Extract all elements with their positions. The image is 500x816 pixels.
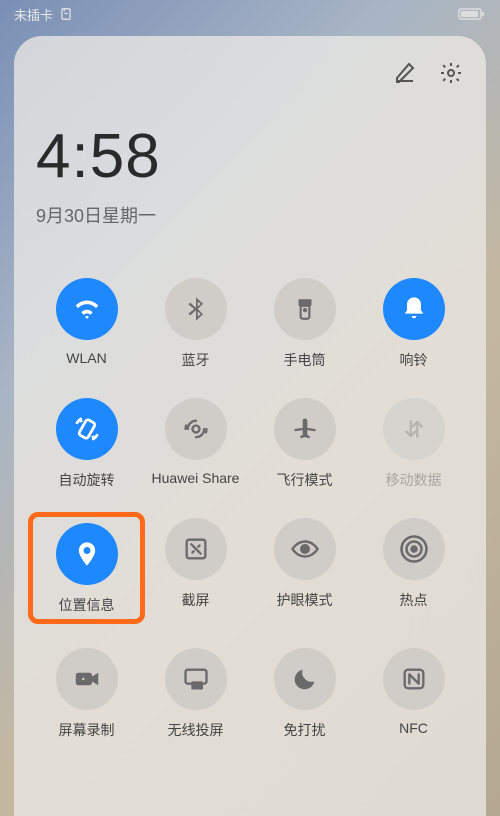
toggle-label: WLAN: [66, 350, 106, 366]
toggle-screenshot[interactable]: 截屏: [145, 518, 246, 620]
toggle-flashlight[interactable]: 手电筒: [254, 278, 355, 370]
clock-date: 9月30日星期一: [36, 202, 464, 228]
toggle-moon[interactable]: 免打扰: [254, 648, 355, 740]
record-icon[interactable]: [56, 648, 118, 710]
toggle-airplane[interactable]: 飞行模式: [254, 398, 355, 490]
cast-icon[interactable]: [165, 648, 227, 710]
toggle-nfc[interactable]: NFC: [363, 648, 464, 740]
control-panel: 4:58 9月30日星期一 WLAN 蓝牙 手电筒 响铃自动旋转 Huawei Shar…: [14, 36, 486, 816]
status-left: 未插卡: [14, 5, 73, 24]
toggle-label: 免打扰: [284, 720, 326, 740]
toggle-label: Huawei Share: [152, 470, 240, 486]
toggle-label: 移动数据: [386, 470, 442, 490]
panel-header: [36, 60, 464, 86]
airplane-icon[interactable]: [274, 398, 336, 460]
status-right: [458, 7, 486, 21]
toggle-location[interactable]: 位置信息: [28, 512, 145, 624]
screenshot-icon[interactable]: [165, 518, 227, 580]
toggle-share[interactable]: Huawei Share: [145, 398, 246, 490]
hotspot-icon[interactable]: [383, 518, 445, 580]
toggle-label: 蓝牙: [182, 350, 210, 370]
toggles-grid: WLAN 蓝牙 手电筒 响铃自动旋转 Huawei Share 飞行模式 移动数据位置信息 截…: [36, 278, 464, 740]
toggle-cast[interactable]: 无线投屏: [145, 648, 246, 740]
toggle-bluetooth[interactable]: 蓝牙: [145, 278, 246, 370]
status-bar: 未插卡: [0, 0, 500, 28]
battery-icon: [458, 7, 486, 21]
wifi-icon[interactable]: [56, 278, 118, 340]
toggle-hotspot[interactable]: 热点: [363, 518, 464, 620]
flashlight-icon[interactable]: [274, 278, 336, 340]
toggle-label: 截屏: [182, 590, 210, 610]
clock-time: 4:58: [36, 126, 464, 188]
location-icon[interactable]: [56, 523, 118, 585]
share-icon[interactable]: [165, 398, 227, 460]
toggle-label: 无线投屏: [168, 720, 224, 740]
edit-icon[interactable]: [392, 60, 418, 86]
toggle-record[interactable]: 屏幕录制: [36, 648, 137, 740]
rotate-icon[interactable]: [56, 398, 118, 460]
toggle-label: 响铃: [400, 350, 428, 370]
sim-icon: [59, 7, 73, 21]
toggle-eye[interactable]: 护眼模式: [254, 518, 355, 620]
bell-icon[interactable]: [383, 278, 445, 340]
toggle-label: 屏幕录制: [59, 720, 115, 740]
toggle-label: NFC: [399, 720, 428, 736]
bluetooth-icon[interactable]: [165, 278, 227, 340]
toggle-bell[interactable]: 响铃: [363, 278, 464, 370]
toggle-wifi[interactable]: WLAN: [36, 278, 137, 370]
eye-icon[interactable]: [274, 518, 336, 580]
toggle-label: 飞行模式: [277, 470, 333, 490]
toggle-rotate[interactable]: 自动旋转: [36, 398, 137, 490]
nfc-icon[interactable]: [383, 648, 445, 710]
toggle-label: 自动旋转: [59, 470, 115, 490]
gear-icon[interactable]: [438, 60, 464, 86]
toggle-label: 手电筒: [284, 350, 326, 370]
toggle-label: 热点: [400, 590, 428, 610]
toggle-label: 位置信息: [59, 595, 115, 615]
toggle-label: 护眼模式: [277, 590, 333, 610]
toggle-mobiledata[interactable]: 移动数据: [363, 398, 464, 490]
carrier-text: 未插卡: [14, 5, 53, 24]
mobiledata-icon[interactable]: [383, 398, 445, 460]
moon-icon[interactable]: [274, 648, 336, 710]
